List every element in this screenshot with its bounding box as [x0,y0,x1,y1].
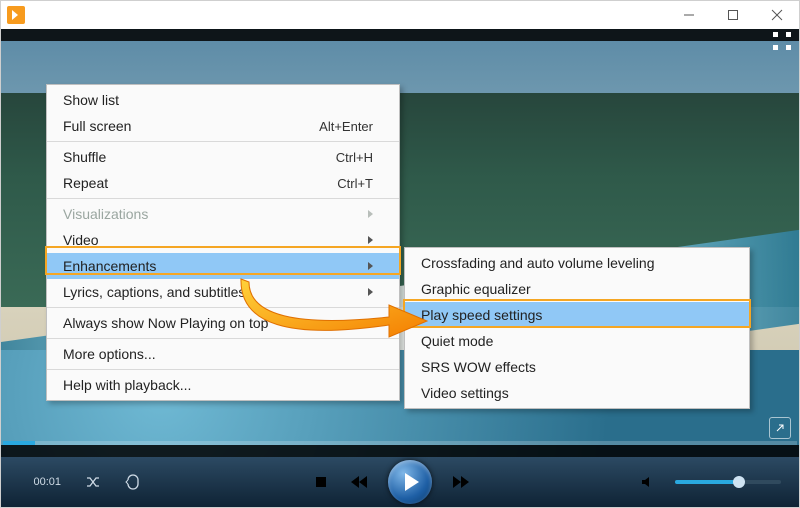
chevron-right-icon [368,236,373,244]
submenu-item-quiet-mode[interactable]: Quiet mode [405,328,749,354]
menu-item-repeat[interactable]: Repeat Ctrl+T [47,170,399,196]
play-button[interactable] [388,460,432,504]
chevron-right-icon [368,262,373,270]
minimize-button[interactable] [667,1,711,29]
transport-group [153,460,629,504]
menu-label: Lyrics, captions, and subtitles [63,284,245,300]
menu-label: More options... [63,346,156,362]
menu-label: Crossfading and auto volume leveling [421,255,654,271]
menu-item-full-screen[interactable]: Full screen Alt+Enter [47,113,399,139]
next-button[interactable] [450,471,472,493]
menu-item-more-options[interactable]: More options... [47,341,399,367]
volume-slider[interactable] [675,480,781,484]
menu-item-lyrics[interactable]: Lyrics, captions, and subtitles [47,279,399,305]
enhancements-submenu: Crossfading and auto volume leveling Gra… [404,247,750,409]
elapsed-time: 00:01 [11,476,61,488]
menu-shortcut: Ctrl+H [336,150,373,165]
menu-label: Graphic equalizer [421,281,531,297]
app-icon [7,6,25,24]
video-area[interactable]: Show list Full screen Alt+Enter Shuffle Ct… [1,29,799,457]
maximize-button[interactable] [711,1,755,29]
seek-bar[interactable] [3,441,797,445]
close-button[interactable] [755,1,799,29]
playback-controls: 00:01 [1,457,799,507]
menu-item-video[interactable]: Video [47,227,399,253]
menu-label: Repeat [63,175,108,191]
context-menu: Show list Full screen Alt+Enter Shuffle Ct… [46,84,400,401]
menu-label: Play speed settings [421,307,542,323]
menu-label: Show list [63,92,119,108]
view-fullscreen-icon[interactable] [773,32,791,50]
switch-to-library-icon[interactable] [769,417,791,439]
menu-label: Quiet mode [421,333,493,349]
previous-button[interactable] [348,471,370,493]
mute-button[interactable] [637,471,659,493]
submenu-item-play-speed[interactable]: Play speed settings [405,302,749,328]
submenu-item-video-settings[interactable]: Video settings [405,380,749,406]
menu-shortcut: Ctrl+T [337,176,373,191]
menu-item-show-list[interactable]: Show list [47,87,399,113]
volume-group [629,471,789,493]
menu-label: Enhancements [63,258,156,274]
menu-label: Video [63,232,99,248]
menu-label: Shuffle [63,149,106,165]
titlebar [1,1,799,29]
submenu-item-graphic-equalizer[interactable]: Graphic equalizer [405,276,749,302]
chevron-right-icon [368,288,373,296]
menu-label: Full screen [63,118,131,134]
menu-item-enhancements[interactable]: Enhancements [47,253,399,279]
menu-label: Always show Now Playing on top [63,315,268,331]
menu-item-shuffle[interactable]: Shuffle Ctrl+H [47,144,399,170]
app-window: Show list Full screen Alt+Enter Shuffle Ct… [0,0,800,508]
shuffle-button[interactable] [81,470,105,494]
submenu-item-crossfading[interactable]: Crossfading and auto volume leveling [405,250,749,276]
menu-label: Visualizations [63,206,148,222]
menu-label: Help with playback... [63,377,191,393]
menu-label: SRS WOW effects [421,359,536,375]
repeat-button[interactable] [121,470,145,494]
menu-item-always-on-top[interactable]: Always show Now Playing on top [47,310,399,336]
menu-shortcut: Alt+Enter [319,119,373,134]
menu-label: Video settings [421,385,509,401]
stop-button[interactable] [310,471,332,493]
menu-item-help-playback[interactable]: Help with playback... [47,372,399,398]
menu-item-visualizations: Visualizations [47,201,399,227]
chevron-right-icon [368,210,373,218]
submenu-item-srs-wow[interactable]: SRS WOW effects [405,354,749,380]
